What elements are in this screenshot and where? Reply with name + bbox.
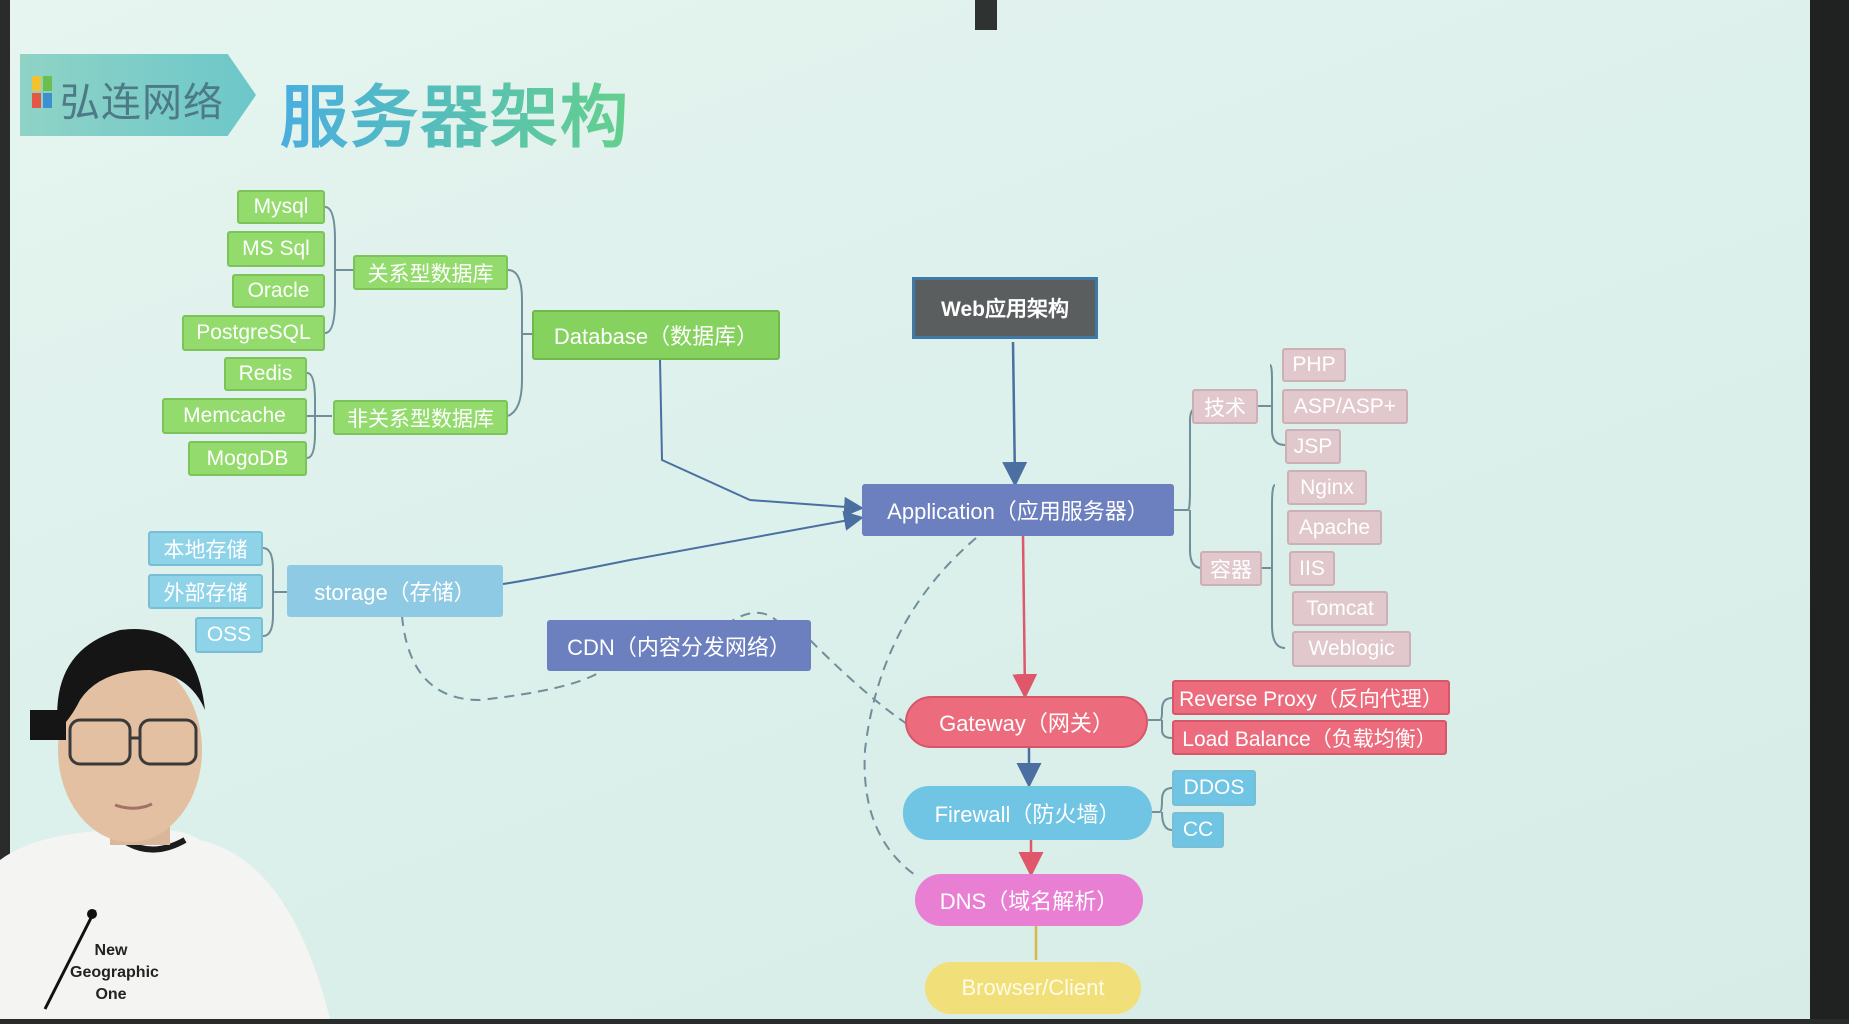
node-redis[interactable]: Redis <box>224 357 307 391</box>
shirt-line-2: Geographic <box>70 964 159 981</box>
presenter-person: New Geographic One <box>0 590 340 1019</box>
node-nonrelational-db[interactable]: 非关系型数据库 <box>333 400 508 435</box>
node-relational-db[interactable]: 关系型数据库 <box>353 255 508 290</box>
dark-wall-right <box>1810 0 1849 1019</box>
node-memcache[interactable]: Memcache <box>162 398 307 434</box>
node-mssql[interactable]: MS Sql <box>227 231 325 267</box>
node-mogodb[interactable]: MogoDB <box>188 441 307 476</box>
node-local-storage[interactable]: 本地存储 <box>148 531 263 566</box>
node-nginx[interactable]: Nginx <box>1287 470 1367 505</box>
node-mysql[interactable]: Mysql <box>237 190 325 224</box>
shirt-line-1: New <box>94 942 128 959</box>
node-ddos[interactable]: DDOS <box>1172 770 1256 806</box>
node-reverse-proxy[interactable]: Reverse Proxy（反向代理） <box>1172 680 1450 715</box>
node-postgresql[interactable]: PostgreSQL <box>182 315 325 351</box>
node-php[interactable]: PHP <box>1282 348 1346 382</box>
node-jsp[interactable]: JSP <box>1285 429 1341 464</box>
node-dns[interactable]: DNS（域名解析） <box>915 874 1143 926</box>
node-application[interactable]: Application（应用服务器） <box>862 484 1174 536</box>
node-firewall[interactable]: Firewall（防火墙） <box>903 786 1152 840</box>
shirt-line-3: One <box>95 986 127 1003</box>
screen-clip <box>975 0 997 30</box>
node-apache[interactable]: Apache <box>1287 510 1382 545</box>
node-load-balance[interactable]: Load Balance（负载均衡） <box>1172 720 1447 755</box>
node-browser-client[interactable]: Browser/Client <box>925 962 1141 1014</box>
node-oracle[interactable]: Oracle <box>232 274 325 308</box>
node-asp[interactable]: ASP/ASP+ <box>1282 389 1408 424</box>
node-iis[interactable]: IIS <box>1289 551 1335 586</box>
node-weblogic[interactable]: Weblogic <box>1292 631 1411 667</box>
root-node-web-architecture[interactable]: Web应用架构 <box>912 277 1098 339</box>
shirt-print: New Geographic One <box>70 940 159 1006</box>
node-cc[interactable]: CC <box>1172 812 1224 848</box>
node-database[interactable]: Database（数据库） <box>532 310 780 360</box>
node-tech[interactable]: 技术 <box>1192 389 1258 424</box>
node-gateway[interactable]: Gateway（网关） <box>905 696 1148 748</box>
node-container[interactable]: 容器 <box>1200 551 1262 586</box>
node-tomcat[interactable]: Tomcat <box>1292 591 1388 626</box>
node-cdn[interactable]: CDN（内容分发网络） <box>547 620 811 671</box>
